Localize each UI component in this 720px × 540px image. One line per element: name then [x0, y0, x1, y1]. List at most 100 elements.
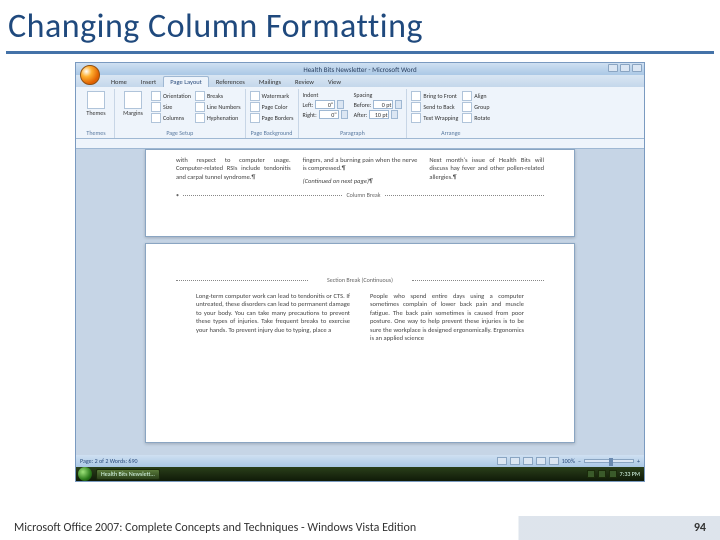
- window-title: Health Bits Newsletter - Microsoft Word: [303, 65, 416, 74]
- columns-icon: [151, 113, 161, 123]
- close-button[interactable]: [632, 64, 642, 72]
- view-full-screen-icon[interactable]: [510, 457, 520, 465]
- spacing-after-spinner[interactable]: After:10 pt: [354, 110, 403, 119]
- zoom-slider[interactable]: [584, 459, 634, 463]
- zoom-percent[interactable]: 100%: [562, 457, 575, 465]
- maximize-button[interactable]: [620, 64, 630, 72]
- document-page-2: Section Break (Continuous) Long-term com…: [145, 243, 575, 443]
- group-button[interactable]: Group: [462, 102, 490, 112]
- slide-footer: Microsoft Office 2007: Complete Concepts…: [0, 516, 720, 540]
- size-button[interactable]: Size: [151, 102, 191, 112]
- bring-front-icon: [411, 91, 421, 101]
- zoom-out-button[interactable]: −: [578, 457, 581, 465]
- status-left: Page: 2 of 2 Words: 690: [80, 457, 138, 465]
- spacing-before-spinner[interactable]: Before:0 pt: [354, 100, 403, 109]
- minimize-button[interactable]: [608, 64, 618, 72]
- send-back-icon: [411, 102, 421, 112]
- tab-mailings[interactable]: Mailings: [252, 76, 288, 87]
- word-screenshot: Health Bits Newsletter - Microsoft Word …: [75, 62, 645, 482]
- page-borders-button[interactable]: Page Borders: [250, 113, 294, 123]
- size-icon: [151, 102, 161, 112]
- clock[interactable]: 7:33 PM: [620, 470, 640, 478]
- tab-home[interactable]: Home: [104, 76, 134, 87]
- themes-button[interactable]: Themes: [82, 91, 110, 116]
- word-statusbar: Page: 2 of 2 Words: 690 100% − +: [76, 455, 644, 467]
- tab-review[interactable]: Review: [288, 76, 321, 87]
- p2-col1: Long-term computer work can lead to tend…: [196, 292, 350, 343]
- view-outline-icon[interactable]: [536, 457, 546, 465]
- column-break-marker: •Column Break: [146, 191, 574, 203]
- document-page-1: with respect to computer usage. Computer…: [145, 149, 575, 237]
- rotate-button[interactable]: Rotate: [462, 113, 490, 123]
- themes-icon: [87, 91, 105, 109]
- tray-icon[interactable]: [587, 470, 595, 478]
- start-button[interactable]: [78, 467, 92, 481]
- stepper-icon[interactable]: [391, 110, 398, 119]
- tab-references[interactable]: References: [209, 76, 252, 87]
- view-print-layout-icon[interactable]: [497, 457, 507, 465]
- section-break-marker: Section Break (Continuous): [176, 276, 544, 284]
- page-borders-icon: [250, 113, 260, 123]
- view-draft-icon[interactable]: [549, 457, 559, 465]
- line-numbers-icon: [195, 102, 205, 112]
- line-numbers-button[interactable]: Line Numbers: [195, 102, 241, 112]
- footer-text: Microsoft Office 2007: Complete Concepts…: [14, 521, 416, 535]
- send-back-button[interactable]: Send to Back: [411, 102, 458, 112]
- stepper-icon[interactable]: [395, 100, 402, 109]
- hyphenation-icon: [195, 113, 205, 123]
- tray-icon[interactable]: [598, 470, 606, 478]
- indent-left-spinner[interactable]: Left:0": [303, 100, 348, 109]
- ribbon-tabs: Home Insert Page Layout References Maili…: [76, 75, 644, 87]
- align-button[interactable]: Align: [462, 91, 490, 101]
- title-underline: [6, 51, 714, 54]
- tray-volume-icon[interactable]: [609, 470, 617, 478]
- columns-button[interactable]: Columns: [151, 113, 191, 123]
- orientation-icon: [151, 91, 161, 101]
- p1-col1: with respect to computer usage. Computer…: [176, 156, 291, 185]
- watermark-icon: [250, 91, 260, 101]
- p1-col3: Next month's issue of Health Bits will d…: [429, 156, 544, 185]
- horizontal-ruler[interactable]: [76, 139, 644, 149]
- page-color-icon: [250, 102, 260, 112]
- watermark-button[interactable]: Watermark: [250, 91, 294, 101]
- rotate-icon: [462, 113, 472, 123]
- text-wrap-button[interactable]: Text Wrapping: [411, 113, 458, 123]
- bring-front-button[interactable]: Bring to Front: [411, 91, 458, 101]
- zoom-in-button[interactable]: +: [637, 457, 640, 465]
- margins-button[interactable]: Margins: [119, 91, 147, 123]
- align-icon: [462, 91, 472, 101]
- slide-title: Changing Column Formatting: [0, 0, 720, 51]
- ribbon-body: Themes Themes Margins Orientation Size C…: [76, 87, 644, 139]
- hyphenation-button[interactable]: Hyphenation: [195, 113, 241, 123]
- word-titlebar: Health Bits Newsletter - Microsoft Word: [76, 63, 644, 75]
- view-web-layout-icon[interactable]: [523, 457, 533, 465]
- page-color-button[interactable]: Page Color: [250, 102, 294, 112]
- group-themes: Themes Themes: [78, 89, 115, 138]
- stepper-icon[interactable]: [341, 110, 348, 119]
- p1-col2: fingers, and a burning pain when the ner…: [303, 156, 418, 185]
- group-page-setup: Margins Orientation Size Columns Breaks …: [115, 89, 246, 138]
- page-scroll[interactable]: with respect to computer usage. Computer…: [76, 149, 644, 467]
- group-arrange: Bring to Front Send to Back Text Wrappin…: [407, 89, 494, 138]
- document-area: with respect to computer usage. Computer…: [76, 139, 644, 467]
- vista-taskbar: Health Bits Newslett... 7:33 PM: [76, 467, 644, 481]
- group-icon: [462, 102, 472, 112]
- breaks-button[interactable]: Breaks: [195, 91, 241, 101]
- indent-right-spinner[interactable]: Right:0": [303, 110, 348, 119]
- group-paragraph: Indent Left:0" Right:0" Spacing Before:0…: [299, 89, 408, 138]
- stepper-icon[interactable]: [337, 100, 344, 109]
- taskbar-word-button[interactable]: Health Bits Newslett...: [96, 469, 160, 480]
- margins-icon: [124, 91, 142, 109]
- group-page-background: Watermark Page Color Page Borders Page B…: [246, 89, 299, 138]
- tab-page-layout[interactable]: Page Layout: [163, 76, 209, 87]
- tab-view[interactable]: View: [321, 76, 348, 87]
- window-buttons: [608, 64, 642, 72]
- tab-insert[interactable]: Insert: [134, 76, 163, 87]
- p2-col2: People who spend entire days using a com…: [370, 292, 524, 343]
- breaks-icon: [195, 91, 205, 101]
- office-button[interactable]: [80, 65, 100, 85]
- system-tray: 7:33 PM: [587, 470, 640, 478]
- page-number: 94: [694, 521, 706, 535]
- orientation-button[interactable]: Orientation: [151, 91, 191, 101]
- text-wrap-icon: [411, 113, 421, 123]
